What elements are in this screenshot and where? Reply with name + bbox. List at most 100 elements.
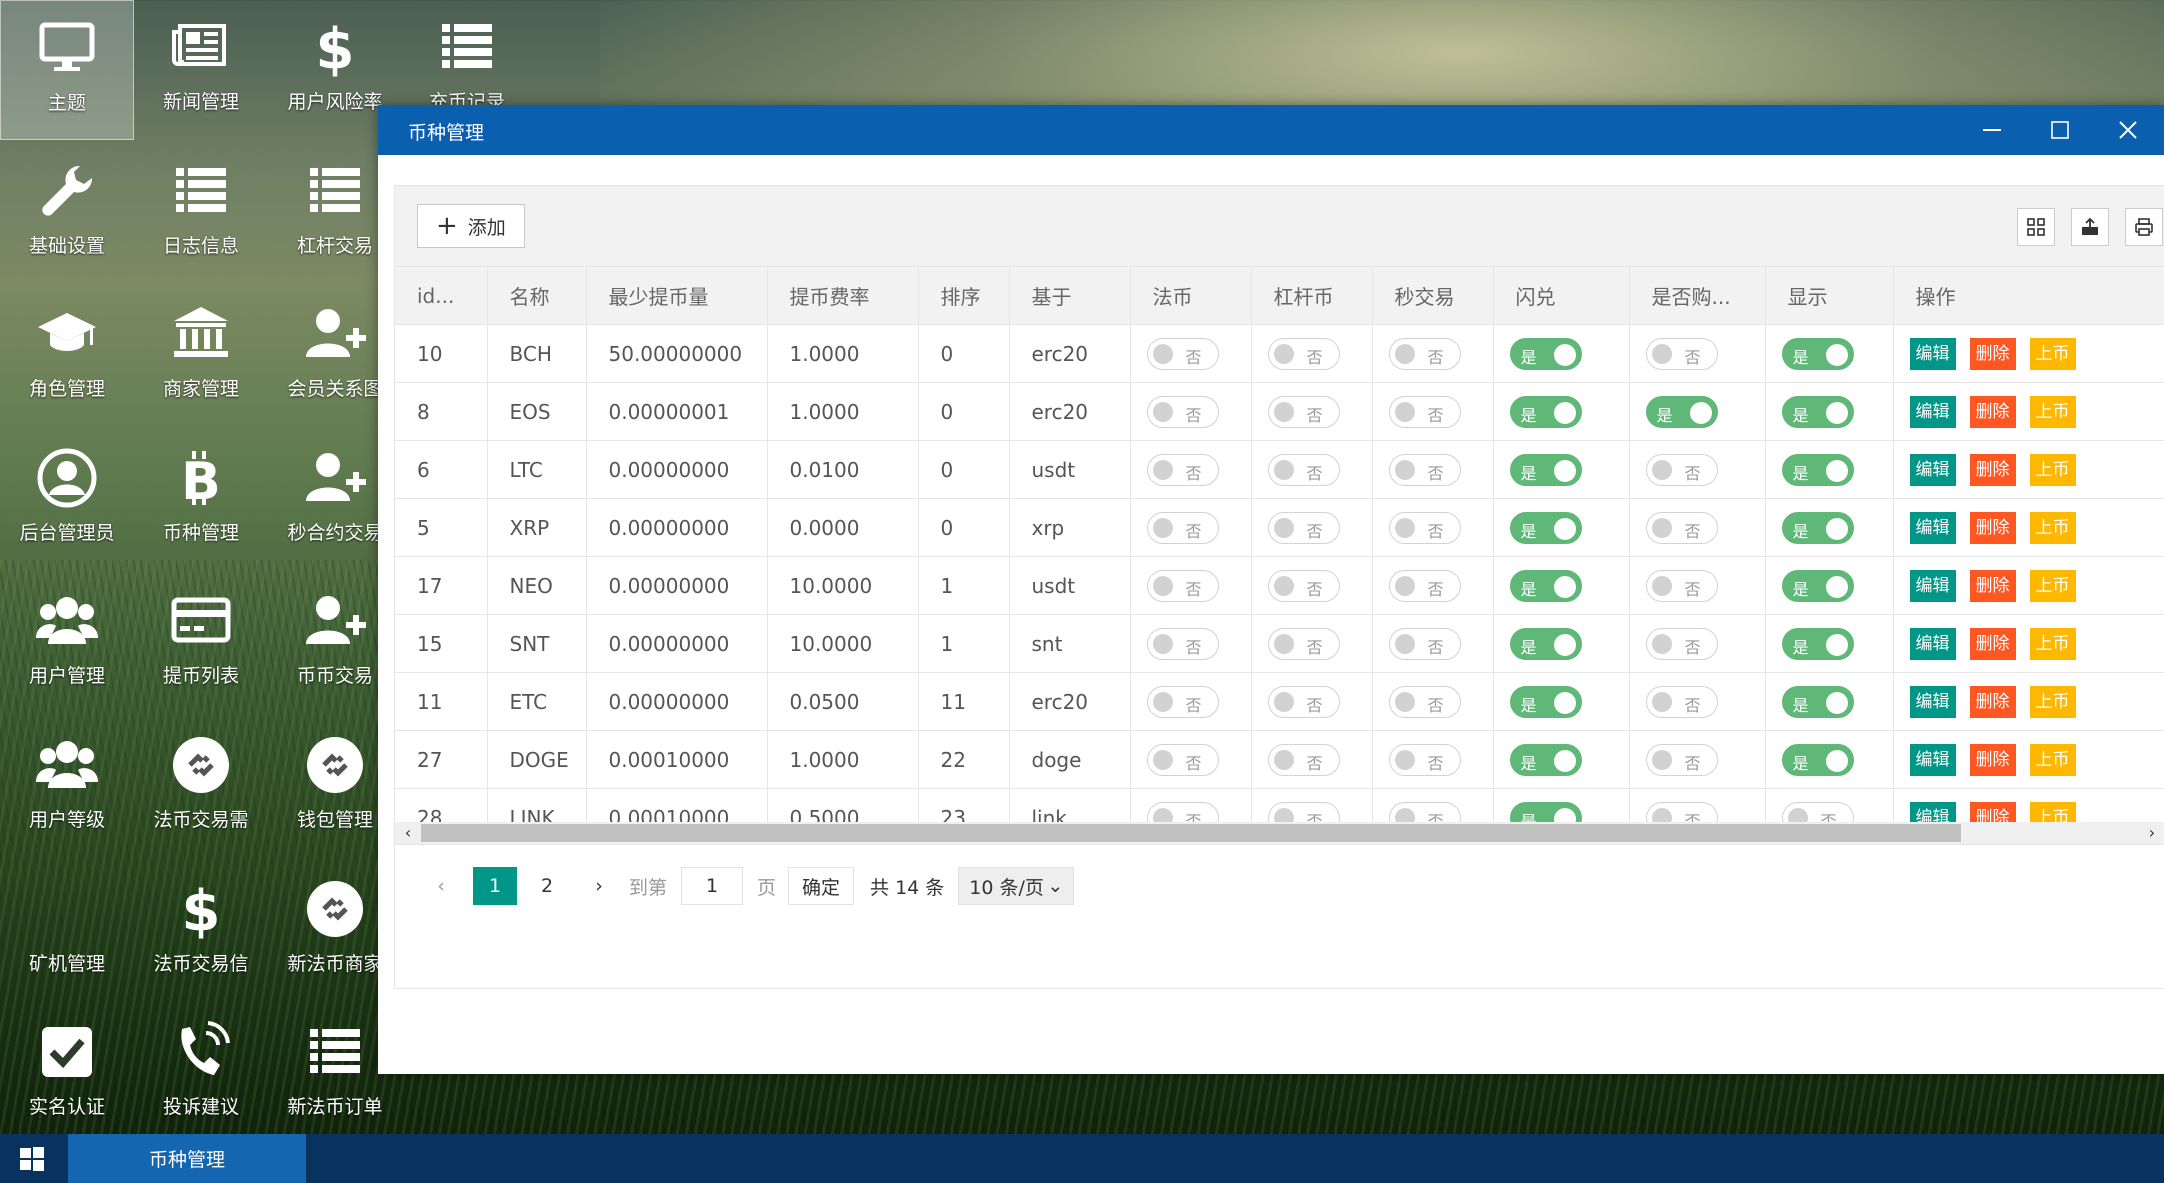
scrollbar-thumb[interactable]	[421, 824, 1961, 842]
desktop-icon-23[interactable]: 投诉建议	[134, 1005, 268, 1145]
purchasable-switch[interactable]: 否	[1645, 453, 1718, 486]
desktop-icon-5[interactable]: 日志信息	[134, 144, 268, 284]
second-trade-switch[interactable]: 否	[1388, 685, 1461, 718]
edit-button[interactable]: 编辑	[1909, 801, 1956, 822]
desktop-icon-17[interactable]: 法币交易需	[134, 718, 268, 858]
minimize-button[interactable]	[1956, 105, 2028, 155]
goto-confirm-button[interactable]: 确定	[788, 867, 855, 905]
second-trade-switch[interactable]: 否	[1388, 801, 1461, 822]
fiat-switch[interactable]: 否	[1146, 685, 1219, 718]
leverage-switch[interactable]: 否	[1267, 801, 1340, 822]
fiat-switch[interactable]: 否	[1146, 395, 1219, 428]
desktop-icon-11[interactable]: B 币种管理	[134, 431, 268, 571]
column-header-5[interactable]: 基于	[1009, 267, 1131, 325]
leverage-switch[interactable]: 否	[1267, 337, 1340, 370]
display-switch[interactable]: 否	[1781, 801, 1854, 822]
purchasable-switch[interactable]: 否	[1645, 627, 1718, 660]
leverage-switch[interactable]: 否	[1267, 627, 1340, 660]
start-button[interactable]	[0, 1134, 64, 1183]
fiat-switch[interactable]: 否	[1146, 569, 1219, 602]
flash-swap-switch[interactable]: 是	[1509, 743, 1582, 776]
fiat-switch[interactable]: 否	[1146, 627, 1219, 660]
table-scroll-area[interactable]: id... 名称 最少提币量 提币费率 排序 基于 法币 杠杆币 秒交易 闪兑 是否购... 显示 操作…	[395, 267, 2164, 822]
window-titlebar[interactable]: 币种管理	[378, 105, 2164, 155]
page-1-button[interactable]: 1	[473, 867, 517, 905]
prev-page-icon[interactable]: ‹	[419, 867, 463, 905]
flash-swap-switch[interactable]: 是	[1509, 395, 1582, 428]
column-header-2[interactable]: 最少提币量	[586, 267, 768, 325]
second-trade-switch[interactable]: 否	[1388, 337, 1461, 370]
desktop-icon-0[interactable]: 主题	[0, 0, 134, 140]
desktop-icon-8[interactable]: 商家管理	[134, 287, 268, 427]
leverage-switch[interactable]: 否	[1267, 511, 1340, 544]
column-header-1[interactable]: 名称	[487, 267, 587, 325]
edit-button[interactable]: 编辑	[1909, 569, 1956, 602]
desktop-icon-22[interactable]: 实名认证	[0, 1005, 134, 1145]
edit-button[interactable]: 编辑	[1909, 743, 1956, 776]
list-coin-button[interactable]: 上币	[2029, 801, 2076, 822]
column-header-7[interactable]: 杠杆币	[1251, 267, 1373, 325]
column-header-4[interactable]: 排序	[918, 267, 1010, 325]
export-button[interactable]	[2071, 208, 2109, 246]
taskbar-item-coin-management[interactable]: 币种管理	[68, 1134, 306, 1183]
flash-swap-switch[interactable]: 是	[1509, 685, 1582, 718]
second-trade-switch[interactable]: 否	[1388, 743, 1461, 776]
edit-button[interactable]: 编辑	[1909, 337, 1956, 370]
fiat-switch[interactable]: 否	[1146, 801, 1219, 822]
desktop-icon-19[interactable]: 矿机管理	[0, 862, 134, 1002]
edit-button[interactable]: 编辑	[1909, 453, 1956, 486]
desktop-icon-7[interactable]: 角色管理	[0, 287, 134, 427]
list-coin-button[interactable]: 上币	[2029, 453, 2076, 486]
columns-filter-button[interactable]	[2017, 208, 2055, 246]
column-header-12[interactable]: 操作	[1893, 267, 2164, 325]
delete-button[interactable]: 删除	[1969, 685, 2016, 718]
close-button[interactable]	[2092, 105, 2164, 155]
purchasable-switch[interactable]: 否	[1645, 511, 1718, 544]
second-trade-switch[interactable]: 否	[1388, 395, 1461, 428]
add-button[interactable]: + 添加	[417, 204, 525, 248]
delete-button[interactable]: 删除	[1969, 569, 2016, 602]
display-switch[interactable]: 是	[1781, 511, 1854, 544]
flash-swap-switch[interactable]: 是	[1509, 801, 1582, 822]
second-trade-switch[interactable]: 否	[1388, 511, 1461, 544]
display-switch[interactable]: 是	[1781, 685, 1854, 718]
horizontal-scrollbar[interactable]: ‹ ›	[395, 822, 2164, 845]
goto-page-input[interactable]: 1	[681, 867, 744, 905]
fiat-switch[interactable]: 否	[1146, 743, 1219, 776]
desktop-icon-16[interactable]: 用户等级	[0, 718, 134, 858]
column-header-10[interactable]: 是否购...	[1629, 267, 1766, 325]
second-trade-switch[interactable]: 否	[1388, 627, 1461, 660]
leverage-switch[interactable]: 否	[1267, 685, 1340, 718]
column-header-3[interactable]: 提币费率	[767, 267, 919, 325]
leverage-switch[interactable]: 否	[1267, 743, 1340, 776]
display-switch[interactable]: 是	[1781, 453, 1854, 486]
desktop-icon-14[interactable]: 提币列表	[134, 574, 268, 714]
display-switch[interactable]: 是	[1781, 743, 1854, 776]
desktop-icon-1[interactable]: 新闻管理	[134, 0, 268, 140]
edit-button[interactable]: 编辑	[1909, 685, 1956, 718]
fiat-switch[interactable]: 否	[1146, 511, 1219, 544]
scroll-left-icon[interactable]: ‹	[397, 822, 419, 844]
scroll-right-icon[interactable]: ›	[2141, 822, 2163, 844]
delete-button[interactable]: 删除	[1969, 627, 2016, 660]
print-button[interactable]	[2125, 208, 2163, 246]
list-coin-button[interactable]: 上币	[2029, 743, 2076, 776]
flash-swap-switch[interactable]: 是	[1509, 337, 1582, 370]
desktop-icon-10[interactable]: 后台管理员	[0, 431, 134, 571]
delete-button[interactable]: 删除	[1969, 511, 2016, 544]
edit-button[interactable]: 编辑	[1909, 511, 1956, 544]
purchasable-switch[interactable]: 是	[1645, 395, 1718, 428]
per-page-select[interactable]: 10 条/页 ⌄	[958, 867, 1075, 905]
purchasable-switch[interactable]: 否	[1645, 801, 1718, 822]
edit-button[interactable]: 编辑	[1909, 627, 1956, 660]
column-header-0[interactable]: id...	[395, 267, 488, 325]
delete-button[interactable]: 删除	[1969, 743, 2016, 776]
second-trade-switch[interactable]: 否	[1388, 569, 1461, 602]
purchasable-switch[interactable]: 否	[1645, 337, 1718, 370]
display-switch[interactable]: 是	[1781, 627, 1854, 660]
second-trade-switch[interactable]: 否	[1388, 453, 1461, 486]
page-2-button[interactable]: 2	[525, 867, 569, 905]
desktop-icon-20[interactable]: $ 法币交易信	[134, 862, 268, 1002]
delete-button[interactable]: 删除	[1969, 337, 2016, 370]
flash-swap-switch[interactable]: 是	[1509, 453, 1582, 486]
